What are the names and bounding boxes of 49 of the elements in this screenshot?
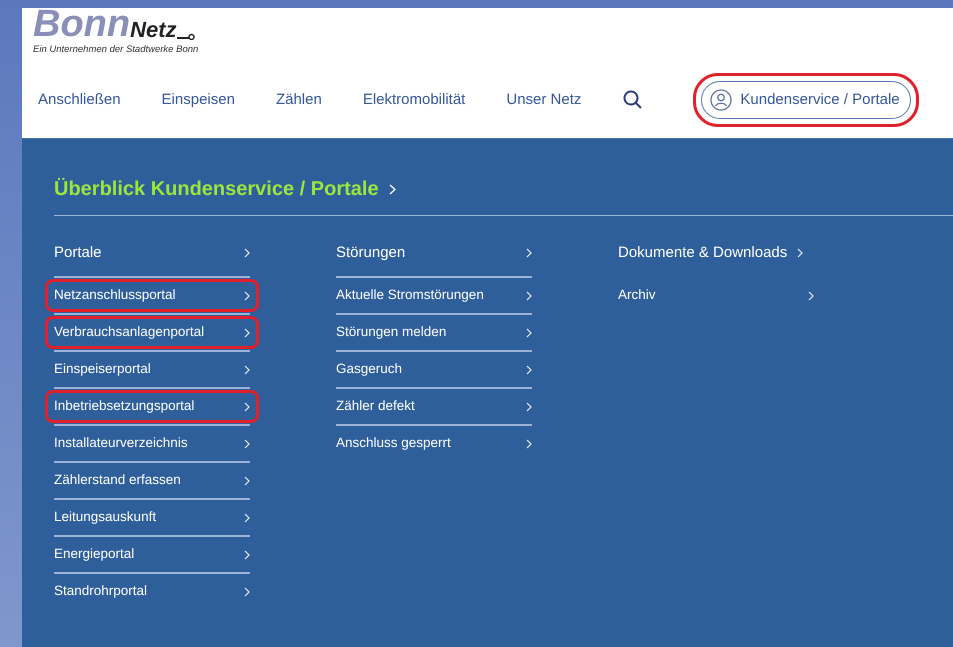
chevron-right-icon	[526, 248, 532, 258]
search-icon[interactable]	[623, 90, 644, 110]
user-icon	[710, 89, 732, 111]
nav-link[interactable]: Elektromobilität	[362, 88, 466, 112]
chevron-right-icon	[526, 364, 532, 374]
chevron-right-icon	[244, 438, 250, 448]
menu-link[interactable]: Leitungsauskunft	[45, 501, 259, 534]
nav-link[interactable]: Unser Netz	[506, 88, 582, 112]
chevron-right-icon	[797, 248, 804, 258]
chevron-right-icon	[244, 328, 250, 338]
menu-link[interactable]: Gasgeruch	[327, 353, 541, 386]
menu-link[interactable]: Störungen melden	[327, 316, 541, 349]
menu-link[interactable]: Verbrauchsanlagenportal	[45, 316, 259, 349]
chevron-right-icon	[244, 476, 250, 486]
account-button[interactable]: Kundenservice / Portale	[701, 81, 911, 119]
menu-link[interactable]: Anschluss gesperrt	[327, 427, 541, 460]
chevron-right-icon	[808, 290, 814, 300]
chevron-right-icon	[244, 402, 250, 412]
menu-link[interactable]: Archiv	[609, 279, 823, 312]
menu-link[interactable]: Aktuelle Stromstörungen	[327, 279, 541, 312]
chevron-right-icon	[244, 512, 250, 522]
menu-link[interactable]: Zählerstand erfassen	[45, 464, 259, 497]
column-heading-link[interactable]: Störungen	[336, 241, 532, 265]
chevron-right-icon	[526, 328, 532, 338]
nav-link[interactable]: Einspeisen	[162, 88, 235, 112]
chevron-right-icon	[388, 184, 396, 194]
chevron-right-icon	[244, 290, 250, 300]
nav-link[interactable]: Anschließen	[38, 88, 121, 112]
menu-link[interactable]: Einspeiserportal	[45, 353, 259, 386]
column-heading-link[interactable]: Portale	[54, 241, 250, 265]
menu-link[interactable]: Standrohrportal	[45, 575, 259, 608]
logo-tagline: Ein Unternehmen der Stadtwerke Bonn	[33, 44, 200, 56]
chevron-right-icon	[244, 550, 250, 560]
menu-link[interactable]: Inbetriebsetzungsportal	[45, 390, 259, 423]
menu-link[interactable]: Installateurverzeichnis	[45, 427, 259, 460]
logo-text: Netz	[130, 18, 177, 42]
nav-link[interactable]: Zählen	[276, 88, 322, 112]
logo-text: Bonn	[33, 6, 130, 42]
menu-link[interactable]: Netzanschlussportal	[45, 279, 259, 312]
chevron-right-icon	[526, 290, 532, 300]
menu-title-link[interactable]: Überblick Kundenservice / Portale	[54, 174, 379, 204]
column-heading-link[interactable]: Dokumente & Downloads	[618, 241, 804, 265]
menu-link[interactable]: Energieportal	[45, 538, 259, 571]
chevron-right-icon	[244, 248, 250, 258]
chevron-right-icon	[526, 402, 532, 412]
chevron-right-icon	[526, 438, 532, 448]
chevron-right-icon	[244, 586, 250, 596]
chevron-right-icon	[244, 364, 250, 374]
menu-link[interactable]: Zähler defekt	[327, 390, 541, 423]
